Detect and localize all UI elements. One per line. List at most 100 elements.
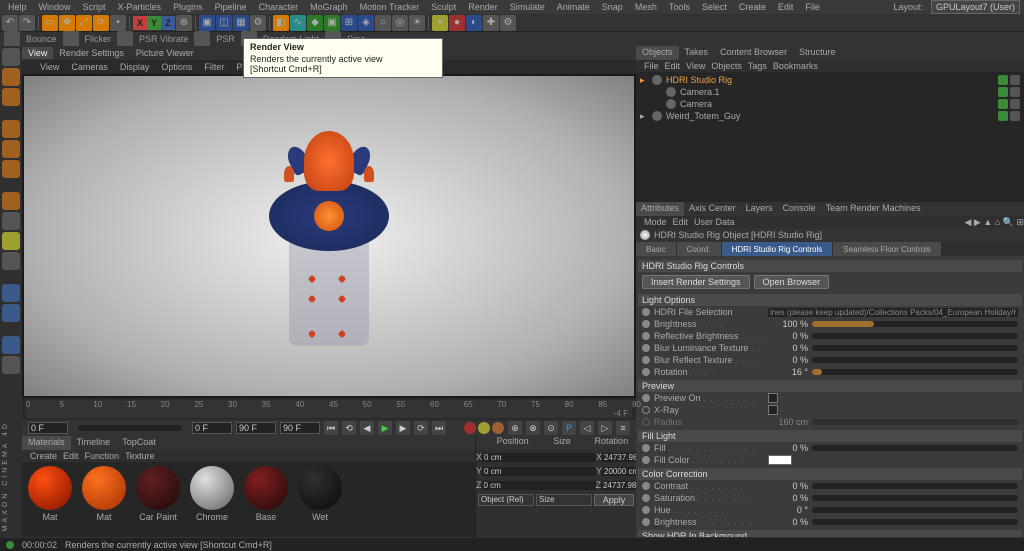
attr-nav-up-icon[interactable]: ▲: [983, 217, 992, 227]
attr-menu-icon[interactable]: ⊞: [1016, 217, 1024, 227]
cc-hue-slider[interactable]: [812, 507, 1018, 513]
viewport[interactable]: [24, 76, 634, 396]
timeline-ruler[interactable]: 051015202530354045505560657075808590 -4 …: [22, 398, 636, 420]
attr-search-icon[interactable]: 🔍: [1003, 217, 1014, 227]
menu-script[interactable]: Script: [79, 1, 110, 13]
objmenu-tags[interactable]: Tags: [748, 61, 767, 71]
render-picture-icon[interactable]: ▦: [233, 15, 249, 31]
tag-icon[interactable]: [1010, 99, 1020, 109]
cc-brightness-slider[interactable]: [812, 519, 1018, 525]
flicker-label[interactable]: Flicker: [81, 34, 116, 44]
obj-tab-structure[interactable]: Structure: [793, 46, 842, 60]
coord-Y-pos[interactable]: [482, 467, 596, 476]
time-cur-field[interactable]: [192, 422, 232, 434]
material-mat[interactable]: Mat: [80, 466, 128, 542]
tree-item-camera[interactable]: Camera: [640, 98, 1020, 110]
menu-tools[interactable]: Tools: [665, 1, 694, 13]
objmenu-objects[interactable]: Objects: [711, 61, 742, 71]
attr-tab-axis-center[interactable]: Axis Center: [684, 202, 741, 216]
autokey-icon[interactable]: [478, 422, 490, 434]
attr-subtab-basic[interactable]: Basic: [636, 242, 676, 256]
generator-icon[interactable]: ◆: [307, 15, 323, 31]
brightness-slider[interactable]: [812, 321, 1018, 327]
tag-icon[interactable]: [1010, 87, 1020, 97]
key-scale-icon[interactable]: ⊙: [544, 421, 558, 435]
objmenu-bookmarks[interactable]: Bookmarks: [773, 61, 818, 71]
coord-Z-pos[interactable]: [482, 481, 596, 490]
bounce-icon[interactable]: [4, 31, 20, 47]
attr-tab-attributes[interactable]: Attributes: [636, 202, 684, 216]
tag-visible-icon[interactable]: [998, 99, 1008, 109]
select-tool-icon[interactable]: ▭: [42, 15, 58, 31]
array-icon[interactable]: ⊞: [341, 15, 357, 31]
menu-window[interactable]: Window: [35, 1, 75, 13]
psr-label[interactable]: PSR: [212, 34, 239, 44]
viewmenu-display[interactable]: Display: [116, 62, 154, 72]
scale-tool-icon[interactable]: ⤢: [76, 15, 92, 31]
play-icon[interactable]: ▶: [378, 421, 392, 435]
coord-apply-button[interactable]: Apply: [594, 494, 634, 506]
tag-visible-icon[interactable]: [998, 75, 1008, 85]
subdiv-icon[interactable]: ▣: [324, 15, 340, 31]
render-settings-icon[interactable]: ⚙: [250, 15, 266, 31]
attr-tab-team-render-machines[interactable]: Team Render Machines: [821, 202, 926, 216]
bounce-label[interactable]: Bounce: [22, 34, 61, 44]
deformer-icon[interactable]: ◈: [358, 15, 374, 31]
axis-lock[interactable]: XYZ: [133, 16, 175, 30]
objmenu-view[interactable]: View: [686, 61, 705, 71]
mat-tab-topcoat[interactable]: TopCoat: [116, 436, 162, 450]
rotate-tool-icon[interactable]: ⟳: [93, 15, 109, 31]
objmenu-file[interactable]: File: [644, 61, 659, 71]
viewport-layer-icon[interactable]: [2, 304, 20, 322]
move-tool-icon[interactable]: ✥: [59, 15, 75, 31]
objmenu-edit[interactable]: Edit: [665, 61, 681, 71]
key-param-p-icon[interactable]: P: [562, 421, 576, 435]
render-region-icon[interactable]: ◫: [216, 15, 232, 31]
edge-mode-icon[interactable]: [2, 140, 20, 158]
view-tab-picture-viewer[interactable]: Picture Viewer: [130, 47, 200, 59]
render-view-icon[interactable]: ▣: [199, 15, 215, 31]
attr-tab-layers[interactable]: Layers: [741, 202, 778, 216]
world-icon[interactable]: ⊕: [176, 15, 192, 31]
obj-tab-objects[interactable]: Objects: [636, 46, 679, 60]
insert-render-settings-button[interactable]: Insert Render Settings: [642, 275, 750, 289]
last-tool-icon[interactable]: •: [110, 15, 126, 31]
rotation-slider[interactable]: [812, 369, 1018, 375]
polygon-mode-icon[interactable]: [2, 160, 20, 178]
matmenu-function[interactable]: Function: [85, 451, 120, 461]
key-pos-icon[interactable]: ⊕: [508, 421, 522, 435]
obj-tab-content-browser[interactable]: Content Browser: [714, 46, 793, 60]
tree-item-camera-1[interactable]: Camera.1: [640, 86, 1020, 98]
redo-icon[interactable]: ↷: [19, 15, 35, 31]
hdri-file-radio[interactable]: [642, 308, 650, 316]
attr-nav-fwd-icon[interactable]: ▶: [974, 217, 981, 227]
key-prev-icon[interactable]: ◁: [580, 421, 594, 435]
attr-tab-console[interactable]: Console: [778, 202, 821, 216]
matmenu-texture[interactable]: Texture: [125, 451, 155, 461]
menu-animate[interactable]: Animate: [553, 1, 594, 13]
view-tab-render-settings[interactable]: Render Settings: [53, 47, 130, 59]
make-editable-icon[interactable]: [2, 48, 20, 66]
layout-value[interactable]: GPULayout7 (User): [931, 0, 1020, 14]
cc-saturation-slider[interactable]: [812, 495, 1018, 501]
material-car-paint[interactable]: Car Paint: [134, 466, 182, 542]
goto-end-icon[interactable]: ⏭: [432, 421, 446, 435]
coord-size-select[interactable]: Size: [536, 494, 592, 506]
menu-render[interactable]: Render: [464, 1, 502, 13]
menu-help[interactable]: Help: [4, 1, 31, 13]
attr-subtab-seamless-floor-controls[interactable]: Seamless Floor Controls: [833, 242, 941, 256]
menu-motion-tracker[interactable]: Motion Tracker: [356, 1, 424, 13]
psr-icon[interactable]: [194, 31, 210, 47]
menu-x-particles[interactable]: X-Particles: [114, 1, 166, 13]
camera-icon[interactable]: ◎: [392, 15, 408, 31]
material-base[interactable]: Base: [242, 466, 290, 542]
blur-reflect-texture-slider[interactable]: [812, 357, 1018, 363]
open-browser-button[interactable]: Open Browser: [754, 275, 830, 289]
menu-sculpt[interactable]: Sculpt: [427, 1, 460, 13]
menu-mesh[interactable]: Mesh: [631, 1, 661, 13]
blur-luminance-texture-slider[interactable]: [812, 345, 1018, 351]
viewmenu-cameras[interactable]: Cameras: [67, 62, 112, 72]
tag-icon[interactable]: [1010, 111, 1020, 121]
hdri-file-input[interactable]: [768, 308, 1018, 317]
xp-emitter-icon[interactable]: ✦: [432, 15, 448, 31]
